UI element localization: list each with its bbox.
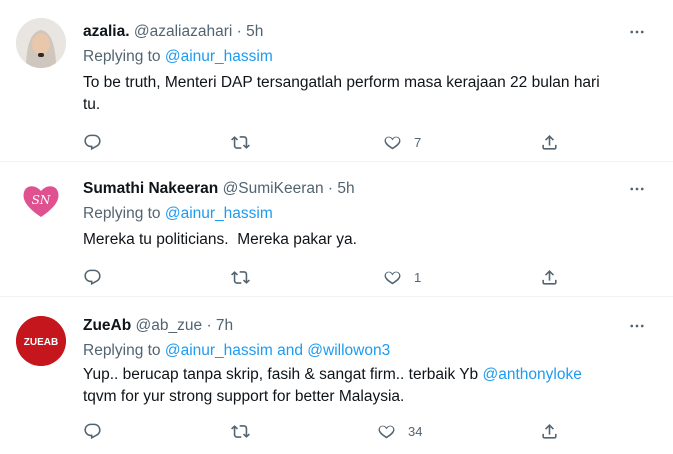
tweet-text: To be truth, Menteri DAP tersangatlah pe… <box>83 72 658 116</box>
tweet-header: Sumathi Nakeeran @SumiKeeran · 5h <box>83 179 355 199</box>
avatar[interactable]: SN <box>16 175 66 225</box>
timestamp[interactable]: 5h <box>246 23 263 40</box>
display-name[interactable]: Sumathi Nakeeran <box>83 180 218 197</box>
reply-button[interactable] <box>83 130 114 154</box>
tweet-text-line: Mereka tu politicians. Mereka pakar ya. <box>83 231 357 248</box>
display-name[interactable]: ZueAb <box>83 317 131 334</box>
replying-to-link[interactable]: @ainur_hassim <box>165 48 273 65</box>
like-button[interactable]: 7 <box>383 130 421 154</box>
replying-to: Replying to @ainur_hassim and @willowon3 <box>83 341 390 361</box>
reply-button[interactable] <box>83 419 114 443</box>
replying-to-link[interactable]: @ainur_hassim <box>165 205 273 222</box>
retweet-icon <box>231 270 250 284</box>
mention-link[interactable]: @anthonyloke <box>483 366 582 383</box>
replying-to-and: and <box>272 342 308 359</box>
display-name[interactable]: azalia. <box>83 23 130 40</box>
like-button[interactable]: 1 <box>383 265 421 289</box>
tweet-azalia[interactable]: azalia. @azaliazahari · 5h Replying to @… <box>0 5 673 162</box>
separator-dot: · <box>206 317 212 334</box>
tweet-header: ZueAb @ab_zue · 7h <box>83 316 233 336</box>
reply-icon <box>84 134 101 150</box>
avatar[interactable] <box>16 18 66 68</box>
replying-to-prefix: Replying to <box>83 342 165 359</box>
separator-dot: · <box>327 180 334 197</box>
timestamp[interactable]: 7h <box>216 317 233 334</box>
retweet-icon <box>231 135 250 149</box>
retweet-button[interactable] <box>231 419 262 443</box>
more-options-button[interactable] <box>625 179 649 199</box>
tweet-header: azalia. @azaliazahari · 5h <box>83 22 263 42</box>
tweet-text-line: Yup.. berucap tanpa skrip, fasih & sanga… <box>83 364 658 386</box>
like-icon <box>384 271 401 284</box>
tweet-text-segment: Yup.. berucap tanpa skrip, fasih & sanga… <box>83 366 483 383</box>
like-count: 7 <box>414 134 422 150</box>
replying-to: Replying to @ainur_hassim <box>83 204 273 224</box>
replying-to-prefix: Replying to <box>83 48 165 65</box>
reply-icon <box>84 423 101 439</box>
more-options-button[interactable] <box>625 316 649 336</box>
user-handle[interactable]: @azaliazahari <box>134 23 232 40</box>
avatar[interactable]: ZUEAB <box>16 316 66 366</box>
timestamp[interactable]: 5h <box>337 180 354 197</box>
like-icon <box>378 425 395 438</box>
replying-to: Replying to @ainur_hassim <box>83 47 273 67</box>
retweet-icon <box>231 424 250 438</box>
svg-text:SN: SN <box>32 193 51 207</box>
more-options-button[interactable] <box>625 22 649 42</box>
retweet-button[interactable] <box>231 130 262 154</box>
like-icon <box>384 136 401 149</box>
tweet-text: Yup.. berucap tanpa skrip, fasih & sanga… <box>83 364 658 408</box>
share-icon <box>542 269 557 285</box>
reply-button[interactable] <box>83 265 114 289</box>
share-button[interactable] <box>540 130 559 154</box>
like-button[interactable]: 34 <box>377 419 422 443</box>
share-button[interactable] <box>540 265 559 289</box>
replying-to-link[interactable]: @ainur_hassim <box>165 342 273 359</box>
tweet-actions: 1 <box>83 265 563 289</box>
separator-dot: · <box>236 23 242 40</box>
share-icon <box>542 423 557 439</box>
tweet-sumathi[interactable]: SN Sumathi Nakeeran @SumiKeeran · 5h Rep… <box>0 162 673 297</box>
more-icon <box>630 187 644 191</box>
user-handle[interactable]: @ab_zue <box>136 317 203 334</box>
tweet-text-line: tu. <box>83 96 101 113</box>
svg-text:ZUEAB: ZUEAB <box>24 337 58 348</box>
tweet-text: Mereka tu politicians. Mereka pakar ya. <box>83 229 658 251</box>
like-count: 34 <box>408 423 423 439</box>
like-count: 1 <box>414 269 422 285</box>
share-button[interactable] <box>540 419 559 443</box>
tweet-text-line: tqvm for yur strong support for better M… <box>83 388 405 405</box>
reply-icon <box>84 269 101 285</box>
user-handle[interactable]: @SumiKeeran <box>223 180 324 197</box>
more-icon <box>630 324 644 328</box>
retweet-button[interactable] <box>231 265 262 289</box>
more-icon <box>630 30 644 34</box>
tweet-actions: 7 <box>83 130 563 154</box>
tweet-actions: 34 <box>83 419 563 443</box>
tweet-text-line: To be truth, Menteri DAP tersangatlah pe… <box>83 74 600 91</box>
replying-to-prefix: Replying to <box>83 205 165 222</box>
tweet-zueab[interactable]: ZUEAB ZueAb @ab_zue · 7h Replying to @ai… <box>0 297 673 454</box>
share-icon <box>542 134 557 150</box>
replying-to-link[interactable]: @willowon3 <box>307 342 390 359</box>
